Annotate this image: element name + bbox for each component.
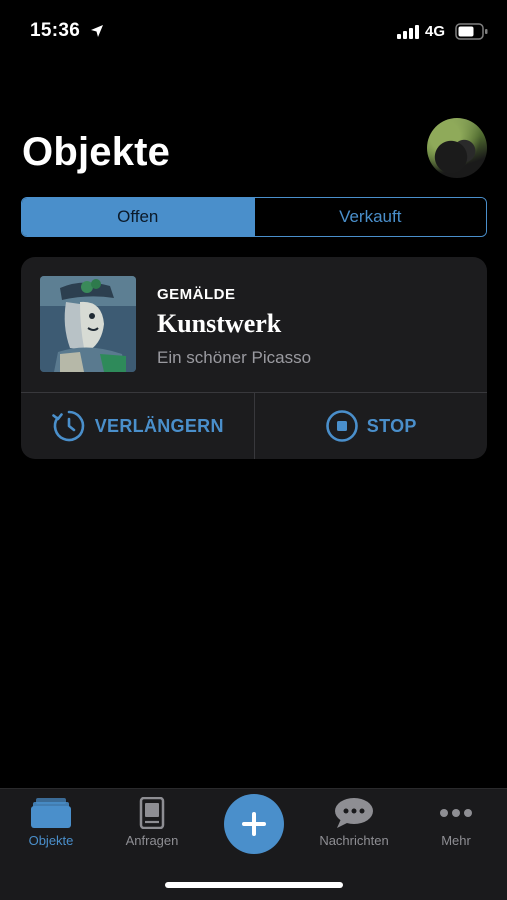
extend-label: VERLÄNGERN [94, 415, 224, 436]
stop-label: STOP [366, 415, 417, 436]
tab-nachrichten-label: Nachrichten [319, 833, 389, 848]
timer-extend-icon [51, 410, 85, 442]
tab-objekte-label: Objekte [28, 833, 74, 848]
tab-mehr[interactable]: Mehr [411, 797, 501, 848]
card-actions: VERLÄNGERN STOP [21, 393, 487, 459]
card-subtitle: Ein schöner Picasso [157, 348, 312, 367]
chat-bubble-icon [335, 798, 373, 828]
artwork-thumbnail [40, 276, 136, 372]
segment-offen[interactable]: Offen [22, 198, 254, 236]
stop-circle-icon [325, 410, 358, 442]
status-bar: 15:36 4G [0, 0, 507, 62]
location-arrow-icon [91, 25, 103, 37]
tab-anfragen-label: Anfragen [125, 833, 179, 848]
tab-objekte[interactable]: Objekte [6, 797, 96, 848]
folder-icon [31, 798, 71, 828]
tablet-icon [139, 797, 165, 829]
card-title: Kunstwerk [157, 309, 282, 338]
avatar[interactable] [427, 118, 487, 178]
stop-button[interactable]: STOP [253, 393, 488, 459]
tab-anfragen[interactable]: Anfragen [107, 797, 197, 848]
segmented-control: Offen Verkauft [21, 197, 487, 237]
network-type-label: 4G [425, 23, 446, 40]
home-indicator [165, 882, 343, 888]
plus-icon [242, 812, 266, 836]
add-object-button[interactable] [224, 794, 284, 854]
card-category: GEMÄLDE [157, 286, 236, 303]
tab-nachrichten[interactable]: Nachrichten [309, 797, 399, 848]
tab-mehr-label: Mehr [441, 833, 471, 848]
object-card[interactable]: GEMÄLDE Kunstwerk Ein schöner Picasso VE… [21, 257, 487, 459]
status-time: 15:36 [30, 20, 81, 41]
more-dots-icon [440, 809, 472, 817]
signal-bars-icon [397, 25, 419, 39]
page-title: Objekte [22, 130, 171, 174]
segment-verkauft[interactable]: Verkauft [253, 198, 486, 236]
extend-button[interactable]: VERLÄNGERN [21, 393, 254, 459]
battery-icon [455, 23, 488, 40]
